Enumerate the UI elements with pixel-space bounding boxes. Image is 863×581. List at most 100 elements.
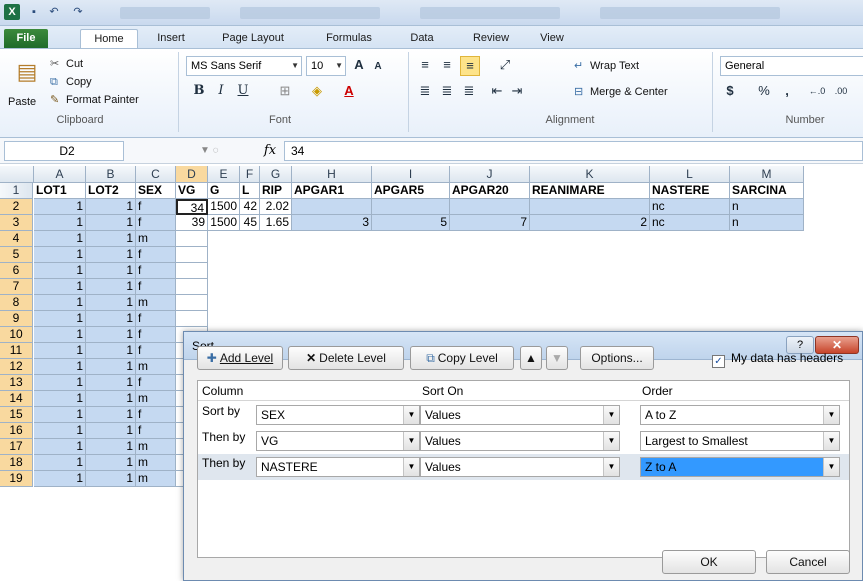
row-header[interactable]: 9 bbox=[0, 311, 33, 327]
table-cell[interactable]: 1 bbox=[34, 439, 86, 455]
table-cell[interactable]: 1 bbox=[34, 359, 86, 375]
table-cell[interactable]: 7 bbox=[450, 215, 530, 231]
options-button[interactable]: Options... bbox=[580, 346, 654, 370]
table-cell[interactable]: 1 bbox=[86, 327, 136, 343]
sort-level-row[interactable]: Then by VG ▼ Values ▼ Largest to Smallest ▼ bbox=[198, 428, 849, 454]
italic-button[interactable]: I bbox=[212, 82, 230, 100]
ok-button[interactable]: OK bbox=[662, 550, 756, 574]
move-up-button[interactable]: ▲ bbox=[520, 346, 542, 370]
tab-review[interactable]: Review bbox=[464, 29, 518, 48]
table-header-cell[interactable]: LOT1 bbox=[34, 183, 86, 199]
table-cell[interactable]: f bbox=[136, 247, 176, 263]
merge-center-button[interactable]: Merge & Center bbox=[590, 84, 668, 100]
table-cell[interactable]: nc bbox=[650, 199, 730, 215]
format-painter-button[interactable]: Format Painter bbox=[66, 92, 139, 108]
chevron-down-icon[interactable]: ▼ bbox=[603, 458, 619, 476]
align-right-icon[interactable]: ≣ bbox=[460, 82, 478, 100]
table-cell[interactable]: 1 bbox=[86, 231, 136, 247]
undo-icon[interactable]: ↶ bbox=[46, 4, 62, 21]
table-cell[interactable]: f bbox=[136, 199, 176, 215]
table-cell[interactable]: 1 bbox=[86, 311, 136, 327]
formula-input[interactable]: 34 bbox=[284, 141, 863, 161]
table-cell[interactable] bbox=[176, 279, 208, 295]
table-cell[interactable]: 1500 bbox=[208, 199, 240, 215]
table-cell[interactable]: 2 bbox=[530, 215, 650, 231]
align-bottom-icon[interactable]: ≡ bbox=[460, 56, 480, 76]
row-header[interactable]: 10 bbox=[0, 327, 33, 343]
table-cell[interactable]: 1 bbox=[86, 359, 136, 375]
order-select[interactable]: A to Z ▼ bbox=[640, 405, 840, 425]
table-cell[interactable]: m bbox=[136, 295, 176, 311]
table-cell[interactable]: 1 bbox=[86, 423, 136, 439]
chevron-down-icon[interactable]: ▼ bbox=[823, 458, 839, 476]
table-cell[interactable]: f bbox=[136, 375, 176, 391]
table-cell[interactable]: 3 bbox=[292, 215, 372, 231]
decrease-decimal-icon[interactable]: .00 bbox=[830, 82, 852, 100]
table-cell[interactable] bbox=[176, 311, 208, 327]
align-middle-icon[interactable]: ≡ bbox=[438, 56, 456, 74]
column-header[interactable]: B bbox=[86, 166, 136, 183]
tab-page-layout[interactable]: Page Layout bbox=[214, 29, 292, 48]
table-cell[interactable]: 34 bbox=[176, 199, 208, 215]
table-cell[interactable]: 1 bbox=[86, 375, 136, 391]
tab-formulas[interactable]: Formulas bbox=[318, 29, 380, 48]
table-cell[interactable]: nc bbox=[650, 215, 730, 231]
row-header[interactable]: 5 bbox=[0, 247, 33, 263]
tab-data[interactable]: Data bbox=[402, 29, 442, 48]
table-cell[interactable]: 1 bbox=[34, 295, 86, 311]
row-header[interactable]: 13 bbox=[0, 375, 33, 391]
table-cell[interactable]: 1 bbox=[34, 391, 86, 407]
sort-on-select[interactable]: Values ▼ bbox=[420, 457, 620, 477]
table-cell[interactable]: 1 bbox=[86, 439, 136, 455]
table-header-cell[interactable]: SARCINA bbox=[730, 183, 804, 199]
table-cell[interactable]: m bbox=[136, 439, 176, 455]
chevron-down-icon[interactable]: ▼ bbox=[603, 406, 619, 424]
table-cell[interactable]: m bbox=[136, 455, 176, 471]
table-header-cell[interactable]: RIP bbox=[260, 183, 292, 199]
row-header[interactable]: 12 bbox=[0, 359, 33, 375]
table-cell[interactable]: 1 bbox=[34, 263, 86, 279]
row-header[interactable]: 2 bbox=[0, 199, 33, 215]
chevron-down-icon[interactable]: ▼ bbox=[603, 432, 619, 450]
column-header[interactable]: L bbox=[650, 166, 730, 183]
row-header[interactable]: 18 bbox=[0, 455, 33, 471]
row-header[interactable]: 3 bbox=[0, 215, 33, 231]
sort-on-select[interactable]: Values ▼ bbox=[420, 405, 620, 425]
checkbox-check-icon[interactable]: ✓ bbox=[712, 355, 725, 368]
column-header[interactable]: E bbox=[208, 166, 240, 183]
table-header-cell[interactable]: LOT2 bbox=[86, 183, 136, 199]
row-header[interactable]: 15 bbox=[0, 407, 33, 423]
row-header[interactable]: 4 bbox=[0, 231, 33, 247]
column-header[interactable]: K bbox=[530, 166, 650, 183]
row-header[interactable]: 7 bbox=[0, 279, 33, 295]
table-cell[interactable]: m bbox=[136, 391, 176, 407]
table-cell[interactable]: 1 bbox=[86, 279, 136, 295]
tab-file[interactable]: File bbox=[4, 29, 48, 48]
row-header[interactable]: 14 bbox=[0, 391, 33, 407]
column-header[interactable]: H bbox=[292, 166, 372, 183]
table-cell[interactable]: m bbox=[136, 471, 176, 487]
table-cell[interactable]: f bbox=[136, 263, 176, 279]
table-cell[interactable]: 1 bbox=[34, 343, 86, 359]
chevron-down-icon[interactable]: ▼ bbox=[823, 406, 839, 424]
table-cell[interactable]: 1 bbox=[34, 199, 86, 215]
column-select[interactable]: VG ▼ bbox=[256, 431, 420, 451]
increase-decimal-icon[interactable]: ←.0 bbox=[806, 82, 828, 100]
table-cell[interactable]: f bbox=[136, 407, 176, 423]
table-cell[interactable] bbox=[176, 231, 208, 247]
table-cell[interactable] bbox=[450, 199, 530, 215]
font-name-combo[interactable]: MS Sans Serif ▼ bbox=[186, 56, 302, 76]
table-cell[interactable] bbox=[530, 199, 650, 215]
headers-checkbox[interactable]: ✓ My data has headers bbox=[712, 350, 843, 368]
font-color-icon[interactable]: A bbox=[338, 82, 360, 100]
table-cell[interactable]: 5 bbox=[372, 215, 450, 231]
table-cell[interactable]: 1 bbox=[34, 455, 86, 471]
table-cell[interactable] bbox=[176, 247, 208, 263]
shrink-font-icon[interactable]: A bbox=[370, 58, 386, 76]
table-cell[interactable]: 1 bbox=[34, 215, 86, 231]
table-cell[interactable] bbox=[176, 263, 208, 279]
paste-icon[interactable]: ▤ bbox=[14, 52, 40, 92]
column-select[interactable]: SEX ▼ bbox=[256, 405, 420, 425]
chevron-down-icon[interactable]: ▼ bbox=[403, 432, 419, 450]
row-header[interactable]: 16 bbox=[0, 423, 33, 439]
